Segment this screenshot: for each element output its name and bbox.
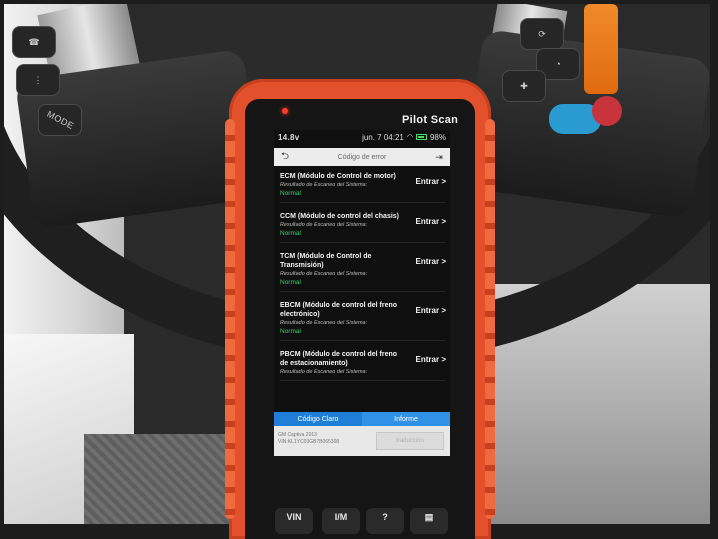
status-bar: 14.8v jun. 7 04:21 ◠ 98% <box>274 130 450 144</box>
vin-hardware-button[interactable]: VIN <box>275 508 313 534</box>
screen-header: ⮌ Código de error ⇥ <box>274 148 450 166</box>
module-name: ECM (Módulo de Control de motor) <box>280 173 396 180</box>
vehicle-model: GM Captiva 2013 <box>278 432 317 438</box>
module-status: Normal <box>280 190 301 197</box>
wheel-button-set: ✚ <box>502 70 546 102</box>
im-hardware-button[interactable]: I/M <box>322 508 360 534</box>
module-name-line2: Transmisión) <box>280 262 324 269</box>
module-name: CCM (Módulo de control del chasis) <box>280 213 400 220</box>
keychain-red <box>592 96 622 126</box>
wifi-icon: ◠ <box>406 134 413 141</box>
date-time: jun. 7 04:21 <box>362 132 404 142</box>
enter-button[interactable]: Entrar > <box>416 355 446 364</box>
clear-code-button[interactable]: Código Claro <box>274 412 362 426</box>
translate-button[interactable]: traducción <box>376 432 444 450</box>
export-icon[interactable]: ⇥ <box>428 152 450 163</box>
module-name-line2: de estacionamiento) <box>280 360 348 367</box>
bumper-grip-left <box>225 119 235 519</box>
enter-button[interactable]: Entrar > <box>416 177 446 186</box>
voltage-value: 14.8 <box>278 132 295 142</box>
module-name-line2: electrónico) <box>280 311 320 318</box>
module-list: ECM (Módulo de Control de motor) Resulta… <box>274 166 450 381</box>
voltage-readout: 14.8v <box>278 133 300 142</box>
enter-button[interactable]: Entrar > <box>416 257 446 266</box>
battery-percent: 98% <box>429 132 446 142</box>
phone-icon: ☎ <box>28 36 40 47</box>
enter-button[interactable]: Entrar > <box>416 217 446 226</box>
enter-button[interactable]: Entrar > <box>416 306 446 315</box>
wheel-button-cruise: ⟳ <box>520 18 564 50</box>
help-icon: ? <box>382 512 388 522</box>
document-hardware-button[interactable]: ▤ <box>410 508 448 534</box>
vehicle-info-panel: GM Captiva 2013 VIN:KL1YC03GB7B065308 tr… <box>274 426 450 456</box>
module-row[interactable]: PBCM (Módulo de control del freno de est… <box>280 350 446 381</box>
module-info: ECM (Módulo de Control de motor) Resulta… <box>280 172 402 197</box>
module-result-label: Resultado de Escaneo del Sistema: <box>280 222 368 228</box>
module-name: EBCM (Módulo de control del freno <box>280 302 398 309</box>
screen-title: Código de error <box>337 153 387 161</box>
bottom-tabbar: Código Claro Informe <box>274 412 450 426</box>
key-fob <box>584 4 618 94</box>
speedometer-icon: ◔ <box>555 59 561 69</box>
wheel-button-upper-left: ☎ <box>12 26 56 58</box>
module-row[interactable]: CCM (Módulo de control del chasis) Resul… <box>280 212 446 243</box>
module-name: TCM (Módulo de Control de <box>280 253 372 260</box>
vehicle-vin: VIN:KL1YC03GB7B065308 <box>278 439 340 445</box>
module-result-label: Resultado de Escaneo del Sistema: <box>280 369 368 375</box>
vehicle-info: GM Captiva 2013 VIN:KL1YC03GB7B065308 <box>278 432 339 446</box>
voltage-unit: v <box>294 132 300 142</box>
back-icon[interactable]: ⮌ <box>274 149 296 166</box>
scanner-screen: 14.8v jun. 7 04:21 ◠ 98% ⮌ Código de err… <box>274 130 450 456</box>
module-result-label: Resultado de Escaneo del Sistema: <box>280 271 368 277</box>
module-row[interactable]: TCM (Módulo de Control de Transmisión) R… <box>280 252 446 292</box>
module-row[interactable]: EBCM (Módulo de control del freno electr… <box>280 301 446 341</box>
mode-label: MODE <box>44 108 76 132</box>
module-info: PBCM (Módulo de control del freno de est… <box>280 350 402 375</box>
module-name: PBCM (Módulo de control del freno <box>280 351 398 358</box>
wheel-button-voice: ⋮ <box>16 64 60 96</box>
module-result-label: Resultado de Escaneo del Sistema: <box>280 320 368 326</box>
module-status: Normal <box>280 230 301 237</box>
module-status: Normal <box>280 279 301 286</box>
report-button[interactable]: Informe <box>362 412 450 426</box>
battery-icon <box>415 134 427 140</box>
module-status: Normal <box>280 328 301 335</box>
plus-icon: ✚ <box>520 80 528 91</box>
wheel-button-mode: MODE <box>38 104 82 136</box>
module-info: CCM (Módulo de control del chasis) Resul… <box>280 212 402 237</box>
device-brand: Pilot Scan <box>402 114 459 126</box>
module-info: EBCM (Módulo de control del freno electr… <box>280 301 402 335</box>
document-icon: ▤ <box>424 512 434 522</box>
bumper-grip-right <box>485 119 495 519</box>
mic-icon: ⋮ <box>33 74 43 85</box>
power-led <box>282 108 288 114</box>
module-result-label: Resultado de Escaneo del Sistema: <box>280 182 368 188</box>
module-row[interactable]: ECM (Módulo de Control de motor) Resulta… <box>280 172 446 203</box>
module-info: TCM (Módulo de Control de Transmisión) R… <box>280 252 402 286</box>
cruise-icon: ⟳ <box>538 28 546 39</box>
help-hardware-button[interactable]: ? <box>366 508 404 534</box>
status-right: jun. 7 04:21 ◠ 98% <box>362 133 446 142</box>
